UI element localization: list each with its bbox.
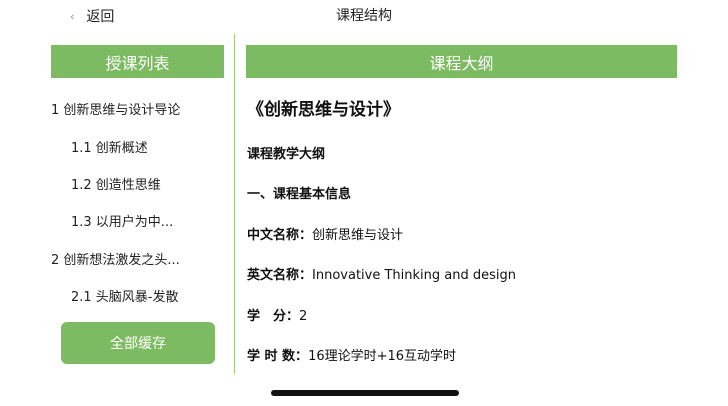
field-credits: 学 分：2 [247, 308, 307, 326]
lesson-item-1[interactable]: 1 创新思维与设计导论 [51, 102, 180, 120]
lesson-list-header: 授课列表 [51, 45, 224, 78]
field-label: 学 时 数： [247, 349, 309, 364]
lesson-item-2[interactable]: 2 创新想法激发之头... [51, 252, 180, 270]
subsection-title: 一、课程基本信息 [247, 187, 352, 202]
field-value: 创新思维与设计 [312, 228, 404, 243]
lesson-item-1-2[interactable]: 1.2 创造性思维 [71, 177, 161, 195]
field-label: 中文名称： [247, 228, 313, 243]
field-chinese-name: 中文名称：创新思维与设计 [247, 227, 403, 245]
field-english-name: 英文名称：Innovative Thinking and design [247, 267, 516, 285]
field-value: 16理论学时+16互动学时 [308, 349, 457, 364]
field-value: 2 [299, 309, 308, 324]
top-bar: ‹ 返回 课程结构 [0, 0, 728, 32]
cache-all-button[interactable]: 全部缓存 [61, 322, 215, 364]
syllabus-header: 课程大纲 [246, 45, 677, 78]
home-indicator[interactable] [271, 390, 459, 396]
panel-divider [234, 34, 235, 374]
field-value: Innovative Thinking and design [312, 268, 516, 283]
field-label: 英文名称： [247, 268, 313, 283]
lesson-item-1-3[interactable]: 1.3 以用户为中... [71, 214, 173, 232]
lesson-item-2-1[interactable]: 2.1 头脑风暴-发散 [71, 289, 179, 307]
lesson-item-1-1[interactable]: 1.1 创新概述 [71, 140, 148, 158]
course-title: 《创新思维与设计》 [247, 100, 400, 120]
field-label: 学 分： [247, 309, 300, 324]
section-title: 课程教学大纲 [247, 147, 326, 162]
field-hours: 学 时 数：16理论学时+16互动学时 [247, 348, 456, 366]
page-title: 课程结构 [336, 8, 392, 24]
